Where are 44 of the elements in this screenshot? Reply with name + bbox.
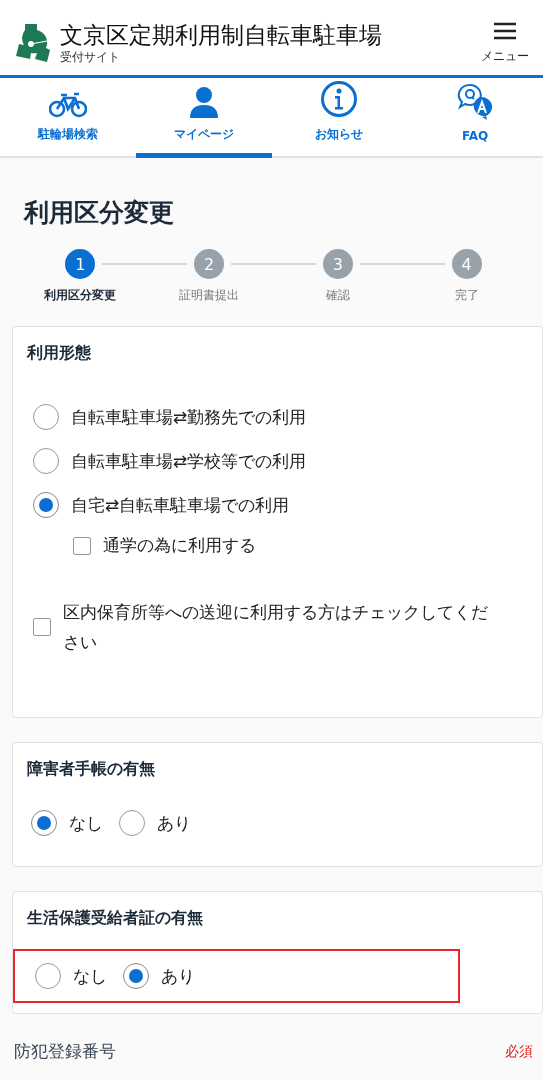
info-icon xyxy=(320,80,359,118)
radio-button[interactable] xyxy=(33,404,59,430)
field-label: 防犯登録番号 xyxy=(14,1040,116,1063)
person-icon xyxy=(187,86,220,118)
step-number: 1 xyxy=(65,249,96,279)
option-label: なし xyxy=(69,811,103,835)
radio-button[interactable] xyxy=(119,810,145,836)
option-label: 自転車駐車場⇄勤務先での利用 xyxy=(71,405,307,429)
step-label: 証明書提出 xyxy=(179,287,240,304)
checkbox[interactable] xyxy=(73,536,91,555)
radio-button[interactable] xyxy=(33,448,59,474)
nav-tab[interactable]: マイページ xyxy=(135,78,272,158)
option-label: 通学の為に利用する xyxy=(103,534,256,557)
nav-tab[interactable]: 駐輪場検索 xyxy=(0,78,136,158)
step-label: 確認 xyxy=(325,287,350,304)
option-label: あり xyxy=(157,811,191,835)
required-label: 必須 xyxy=(505,1042,533,1061)
page-title: 利用区分変更 xyxy=(24,197,175,229)
menu-button[interactable]: メニュー xyxy=(481,22,529,65)
radio-button[interactable] xyxy=(123,963,149,989)
option-label: 自転車駐車場⇄学校等での利用 xyxy=(71,449,307,473)
site-subtitle: 受付サイト xyxy=(60,49,121,66)
site-title: 文京区定期利用制自転車駐車場 xyxy=(60,21,383,49)
bicycle-icon xyxy=(48,92,87,118)
checkbox[interactable] xyxy=(33,618,51,636)
step-label: 利用区分変更 xyxy=(44,287,117,304)
option-label: 自宅⇄自転車駐車場での利用 xyxy=(71,493,290,517)
faq-chat-icon xyxy=(456,83,495,121)
step-number: 2 xyxy=(194,249,225,279)
option-label: 区内保育所等への送迎に利用する方はチェックしてください xyxy=(63,601,489,654)
radio-button[interactable] xyxy=(31,810,57,836)
section-title: 利用形態 xyxy=(27,343,92,364)
section-title: 障害者手帳の有無 xyxy=(27,759,156,780)
radio-button[interactable] xyxy=(33,492,59,518)
menu-icon xyxy=(493,22,517,40)
nav-tab[interactable]: FAQ xyxy=(407,78,543,158)
option-label: なし xyxy=(73,964,107,988)
section-title: 生活保護受給者証の有無 xyxy=(27,908,204,929)
nav-tab[interactable]: お知らせ xyxy=(271,78,408,158)
option-label: あり xyxy=(161,964,195,988)
step-number: 3 xyxy=(322,249,353,279)
step-number: 4 xyxy=(451,249,482,279)
step-label: 完了 xyxy=(454,287,479,304)
radio-button[interactable] xyxy=(35,963,61,989)
